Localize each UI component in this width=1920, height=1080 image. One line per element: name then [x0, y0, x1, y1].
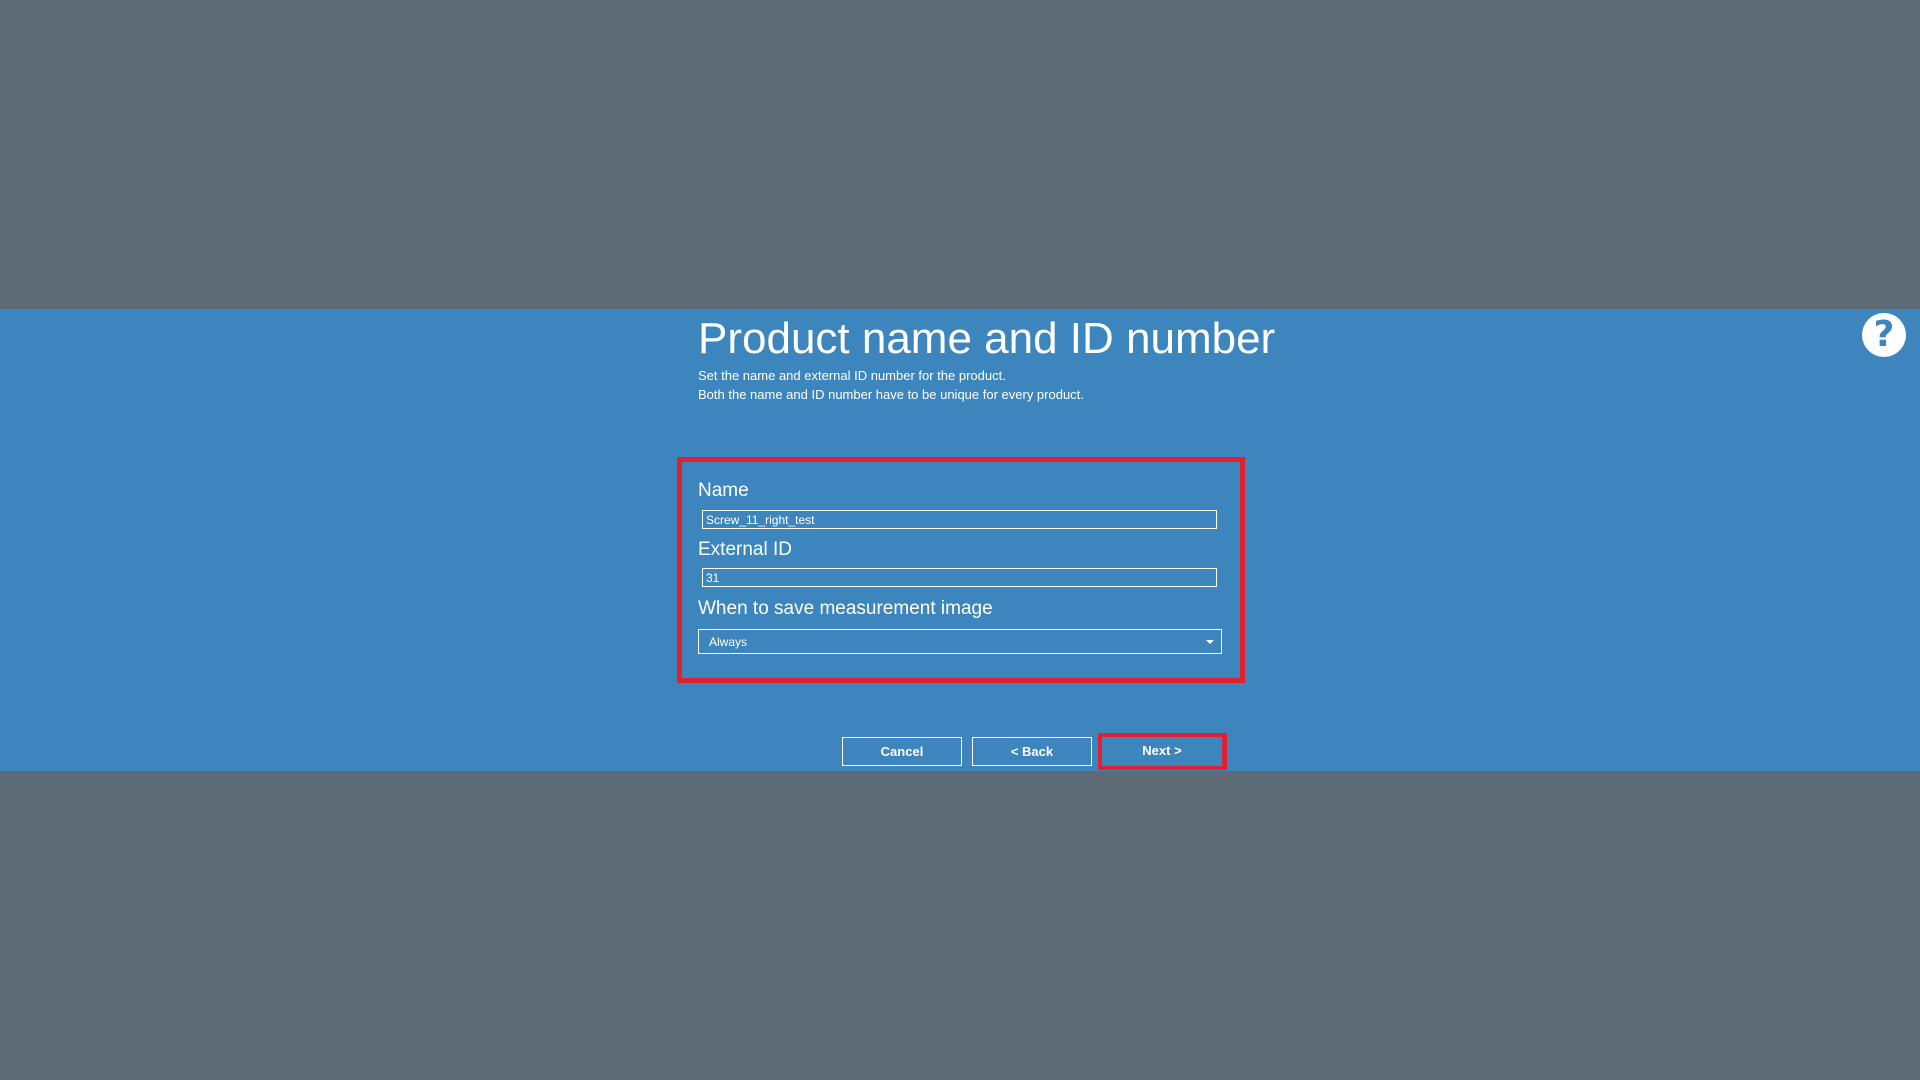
subtitle-line-2: Both the name and ID number have to be u… — [698, 387, 1084, 402]
cancel-button[interactable]: Cancel — [842, 737, 962, 766]
back-button[interactable]: < Back — [972, 737, 1092, 766]
save-image-label: When to save measurement image — [698, 598, 993, 619]
subtitle-line-1: Set the name and external ID number for … — [698, 368, 1006, 383]
name-label: Name — [698, 480, 749, 501]
help-icon[interactable]: ? — [1862, 313, 1906, 357]
save-image-dropdown[interactable]: Always — [698, 629, 1222, 654]
external-id-label: External ID — [698, 539, 792, 560]
save-image-selected-value: Always — [709, 635, 748, 649]
name-input[interactable] — [702, 510, 1217, 529]
chevron-down-icon — [1206, 640, 1214, 644]
next-button[interactable]: Next > — [1102, 737, 1222, 766]
page-title: Product name and ID number — [698, 314, 1276, 363]
external-id-input[interactable] — [702, 568, 1217, 587]
